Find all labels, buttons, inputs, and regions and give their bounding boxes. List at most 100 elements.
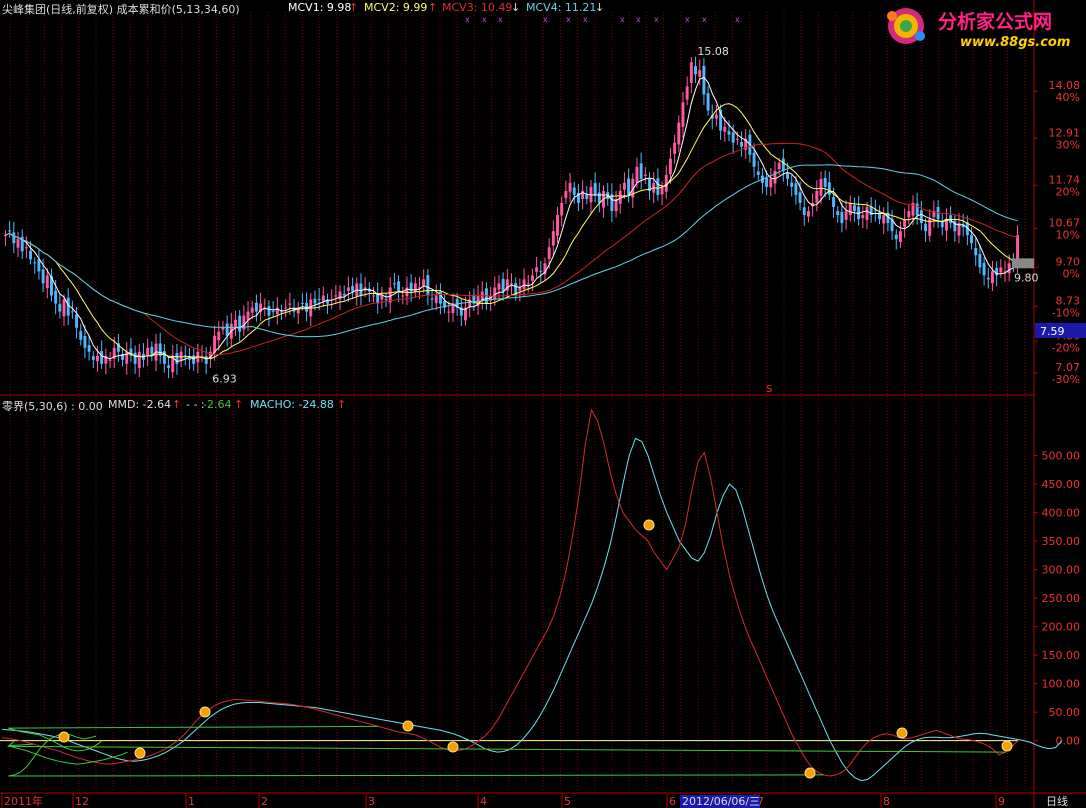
candle-body (873, 210, 877, 212)
date-label: 1 (188, 795, 195, 808)
candle-body (317, 298, 321, 300)
pct-label: 30% (1056, 138, 1080, 151)
signal-dot (402, 720, 414, 732)
candle-body (769, 178, 773, 188)
date-label: 2011年 (4, 794, 43, 808)
mcv1-label: MCV1: 9.98 (288, 1, 352, 14)
dash-arrow: ↑ (234, 398, 244, 411)
candle-body (827, 182, 831, 195)
candle-body (560, 203, 564, 216)
indicator-label: 200.00 (1042, 621, 1081, 634)
candle-body (903, 219, 907, 227)
candle-body (33, 262, 37, 264)
candle-body (54, 290, 58, 304)
candle-body (422, 279, 426, 286)
price-annotation: 15.08 (697, 45, 729, 58)
candle-body (91, 356, 95, 360)
candle-body (250, 307, 254, 313)
candle-body (786, 173, 789, 179)
candle-body (673, 142, 677, 155)
candle-body (694, 66, 697, 75)
mmd-label: MMD: -2.64 (108, 398, 172, 411)
period-label: 日线 (1046, 794, 1068, 808)
signal-dot (134, 747, 146, 759)
pct-label: 20% (1056, 185, 1080, 198)
candle-body (727, 131, 731, 135)
candle-body (493, 287, 497, 300)
signal-marker: x (465, 15, 470, 24)
indicator-label: 350.00 (1042, 535, 1081, 548)
pct-label: -20% (1052, 341, 1080, 354)
candle-body (351, 286, 355, 292)
candle-body (593, 183, 597, 195)
candle-body (518, 287, 522, 291)
candle-body (284, 307, 288, 309)
candle-body (426, 275, 430, 296)
candle-body (848, 203, 852, 216)
price-axis: 14.0840%12.9130%11.7420%10.6710%9.700%8.… (1012, 79, 1086, 386)
mmd-line (1, 408, 1019, 777)
indicator-title: 零界(5,30,6) : 0.00 (2, 400, 103, 413)
candle-body (380, 295, 384, 300)
candle-body (689, 62, 693, 83)
highlighted-date: 2012/06/06/三 (682, 795, 760, 808)
candlestick-series (4, 56, 1020, 379)
candle-body (539, 270, 543, 272)
candle-body (70, 311, 74, 313)
signal-marker: x (735, 15, 740, 24)
indicator-label: 400.00 (1042, 507, 1081, 520)
indicator-subplot: 500.00 450.00 400.00 350.00 300.00 250.00 200.… (0, 408, 1081, 782)
candle-body (4, 235, 7, 237)
sell-marker: S (766, 384, 772, 395)
candle-body (300, 302, 304, 304)
price-annotation: 6.93 (212, 373, 237, 386)
mcv4-arrow: ↓ (595, 1, 605, 14)
signal-marker: x (482, 15, 487, 24)
candle-body (802, 207, 806, 216)
pct-label: 10% (1056, 228, 1080, 241)
candle-body (982, 262, 986, 276)
signal-marker: x (583, 15, 588, 24)
macho-label: MACHO: -24.88 (250, 398, 334, 411)
candle-body (852, 205, 856, 212)
mcv3-arrow: ↓ (511, 1, 521, 14)
signal-dot (1001, 740, 1013, 752)
candle-body (894, 234, 898, 240)
date-label: 4 (480, 795, 487, 808)
candle-body (547, 247, 551, 260)
candle-body (781, 158, 785, 171)
signal-marker: x (685, 15, 690, 24)
candle-body (530, 275, 534, 281)
candle-body (702, 65, 706, 95)
mcv-lines: 15.08 6.93 x x x x x x x x x x x x S (5, 15, 1019, 395)
candle-body (413, 283, 417, 292)
candle-body (225, 323, 229, 336)
candle-body (384, 298, 388, 300)
stock-title: 尖峰集团(日线,前复权) 成本累和价(5,13,34,60) (2, 3, 240, 16)
site-logo: 分析家公式网 www.88gs.com (880, 2, 1086, 52)
candle-body (87, 345, 91, 352)
last-price-value: 7.59 (1040, 325, 1065, 338)
signal-dot (896, 727, 908, 739)
signal-marker: x (654, 15, 659, 24)
mcv4-line (5, 164, 1018, 338)
macho-arrow: ↑ (337, 398, 347, 411)
candle-body (735, 138, 739, 140)
indicator-label: 300.00 (1042, 564, 1081, 577)
candle-body (12, 232, 16, 244)
pct-label: 0% (1063, 267, 1080, 280)
mcv3-line (5, 142, 1018, 356)
candle-body (338, 291, 342, 300)
signal-marker: x (620, 15, 625, 24)
candle-body (840, 211, 844, 224)
date-label: 3 (368, 795, 375, 808)
candle-body (8, 230, 12, 232)
candle-body (556, 215, 559, 236)
candle-body (681, 102, 685, 127)
candle-body (146, 347, 150, 356)
candle-body (280, 311, 283, 313)
date-label: 9 (998, 795, 1005, 808)
candle-body (392, 283, 396, 285)
candle-body (321, 295, 325, 302)
date-label: 8 (883, 795, 890, 808)
